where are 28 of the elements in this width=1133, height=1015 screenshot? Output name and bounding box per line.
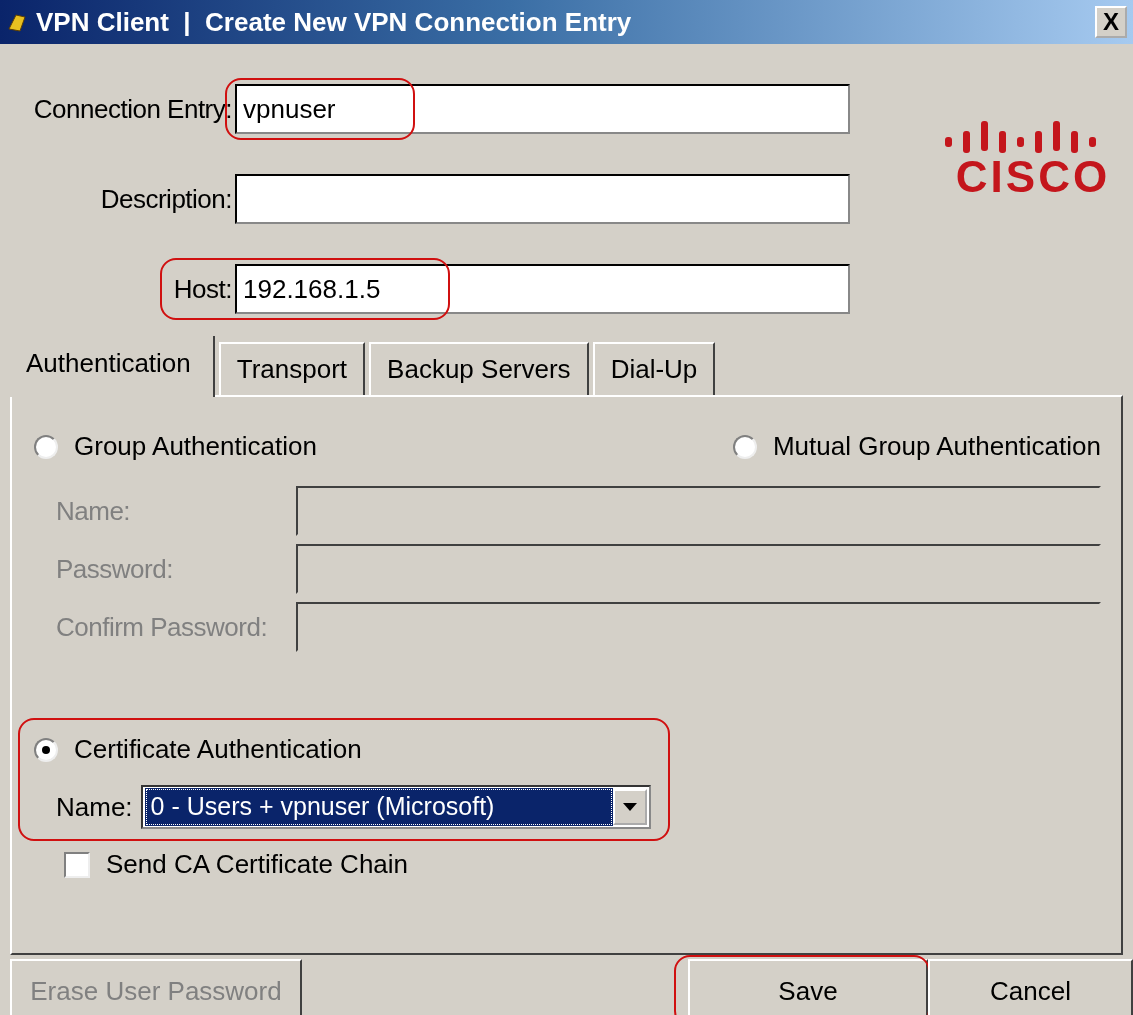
radio-button[interactable] [34, 737, 58, 762]
radio-button[interactable] [732, 434, 757, 459]
tab[interactable]: Dial-Up [592, 342, 716, 395]
input-field[interactable]: vpnuser [235, 84, 850, 134]
field-label: Name: [56, 790, 133, 824]
app-icon [6, 11, 28, 33]
dialog-button[interactable]: Cancel [928, 959, 1133, 1015]
logo-text: CISCO [955, 155, 1111, 199]
dialog-button[interactable]: Save [688, 959, 928, 1015]
field-label: Description: [99, 182, 233, 216]
radio-label: Group Authentication [74, 430, 317, 463]
radio-button[interactable] [34, 434, 58, 459]
tab[interactable]: Backup Servers [369, 342, 589, 395]
field-label: Host: [172, 272, 233, 306]
radio-label: Mutual Group Authentication [772, 430, 1101, 463]
input-field[interactable]: 192.168.1.5 [235, 264, 850, 314]
field-label: Name: [56, 494, 132, 528]
input-field[interactable] [235, 174, 850, 224]
field-label: Confirm Password: [56, 610, 269, 644]
dropdown-arrow-icon [622, 803, 637, 811]
field-label: Password: [56, 552, 174, 586]
close-button[interactable]: X [1095, 6, 1127, 38]
radio-label: Certificate Authentication [74, 733, 362, 766]
certificate-dropdown[interactable]: 0 - Users + vpnuser (Microsoft) [140, 785, 651, 829]
checkbox-label: Send CA Certificate Chain [106, 848, 409, 881]
tab[interactable]: Transport [218, 342, 366, 395]
checkbox[interactable] [64, 851, 90, 878]
window-title: VPN Client | Create New VPN Connection Entry [36, 5, 632, 39]
